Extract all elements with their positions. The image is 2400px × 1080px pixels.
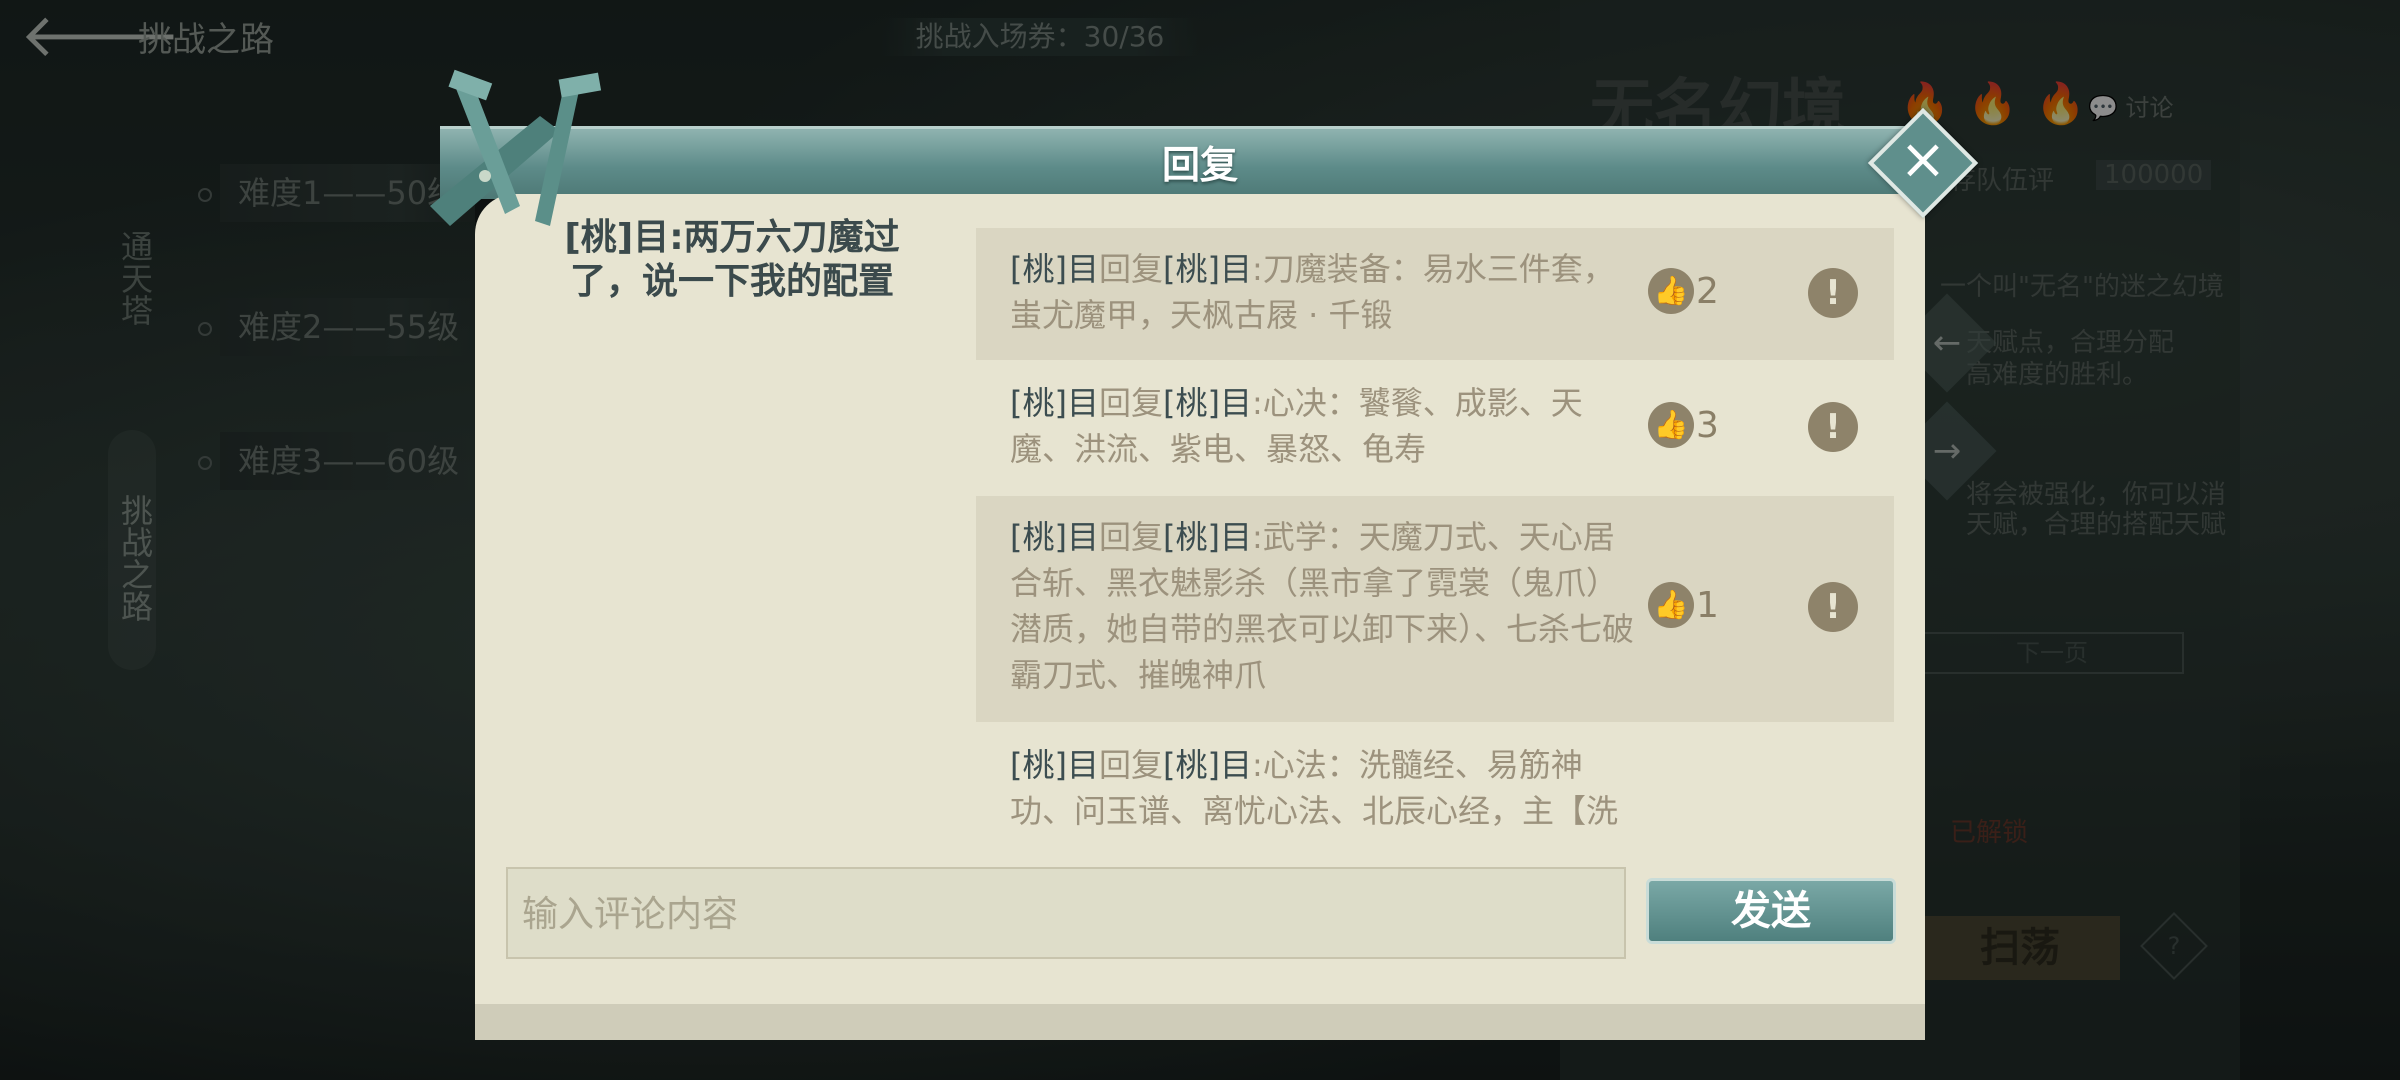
like-button[interactable]: 👍 3 [1648, 402, 1728, 452]
reply-item: [桃]目回复[桃]目:武学：天魔刀式、天心居合斩、黑衣魅影杀（黑市拿了霓裳（鬼爪… [976, 496, 1894, 722]
reply-item: [桃]目回复[桃]目:心法：洗髓经、易筋神功、问玉谱、离忧心法、北辰心经，主【洗… [976, 724, 1894, 834]
like-count: 2 [1696, 270, 1719, 312]
original-post: [桃]目:两万六刀魔过了，说一下我的配置 [564, 217, 900, 302]
thumbs-up-icon: 👍 [1648, 402, 1694, 448]
like-count: 3 [1696, 404, 1719, 446]
reply-user[interactable]: [桃]目 [1010, 250, 1099, 288]
reply-item: [桃]目回复[桃]目:刀魔装备：易水三件套，蚩尤魔甲，天枫古屐 · 千锻 👍 2 … [976, 228, 1894, 360]
reply-target[interactable]: [桃]目 [1163, 746, 1252, 784]
report-button[interactable]: ! [1808, 402, 1858, 452]
like-button[interactable]: 👍 1 [1648, 582, 1728, 632]
reply-verb: 回复 [1098, 518, 1163, 556]
thumbs-up-icon: 👍 [1648, 268, 1694, 314]
reply-text: [桃]目回复[桃]目:心决：饕餮、成影、天魔、洪流、紫电、暴怒、龟寿 [1010, 380, 1640, 472]
reply-target[interactable]: [桃]目 [1163, 250, 1252, 288]
reply-user[interactable]: [桃]目 [1010, 384, 1099, 422]
reply-user[interactable]: [桃]目 [1010, 518, 1099, 556]
close-icon: × [1899, 127, 1947, 192]
reply-target[interactable]: [桃]目 [1163, 518, 1252, 556]
dialog-footer-strip [475, 1004, 1925, 1040]
reply-text: [桃]目回复[桃]目:心法：洗髓经、易筋神功、问玉谱、离忧心法、北辰心经，主【洗… [1010, 742, 1640, 834]
reply-user[interactable]: [桃]目 [1010, 746, 1099, 784]
reply-item: [桃]目回复[桃]目:心决：饕餮、成影、天魔、洪流、紫电、暴怒、龟寿 👍 3 ! [976, 362, 1894, 494]
reply-verb: 回复 [1098, 250, 1163, 288]
comment-input[interactable]: 输入评论内容 [506, 867, 1626, 959]
dialog-title: 回复 [1161, 142, 1238, 187]
reply-verb: 回复 [1098, 384, 1163, 422]
report-button[interactable]: ! [1808, 268, 1858, 318]
like-count: 1 [1696, 584, 1719, 626]
report-button[interactable]: ! [1808, 582, 1858, 632]
reply-verb: 回复 [1098, 746, 1163, 784]
reply-target[interactable]: [桃]目 [1163, 384, 1252, 422]
like-button[interactable]: 👍 2 [1648, 268, 1728, 318]
reply-text: [桃]目回复[桃]目:刀魔装备：易水三件套，蚩尤魔甲，天枫古屐 · 千锻 [1010, 246, 1640, 338]
thumbs-up-icon: 👍 [1648, 582, 1694, 628]
send-button[interactable]: 发送 [1646, 878, 1896, 944]
reply-text: [桃]目回复[桃]目:武学：天魔刀式、天心居合斩、黑衣魅影杀（黑市拿了霓裳（鬼爪… [1010, 514, 1640, 698]
